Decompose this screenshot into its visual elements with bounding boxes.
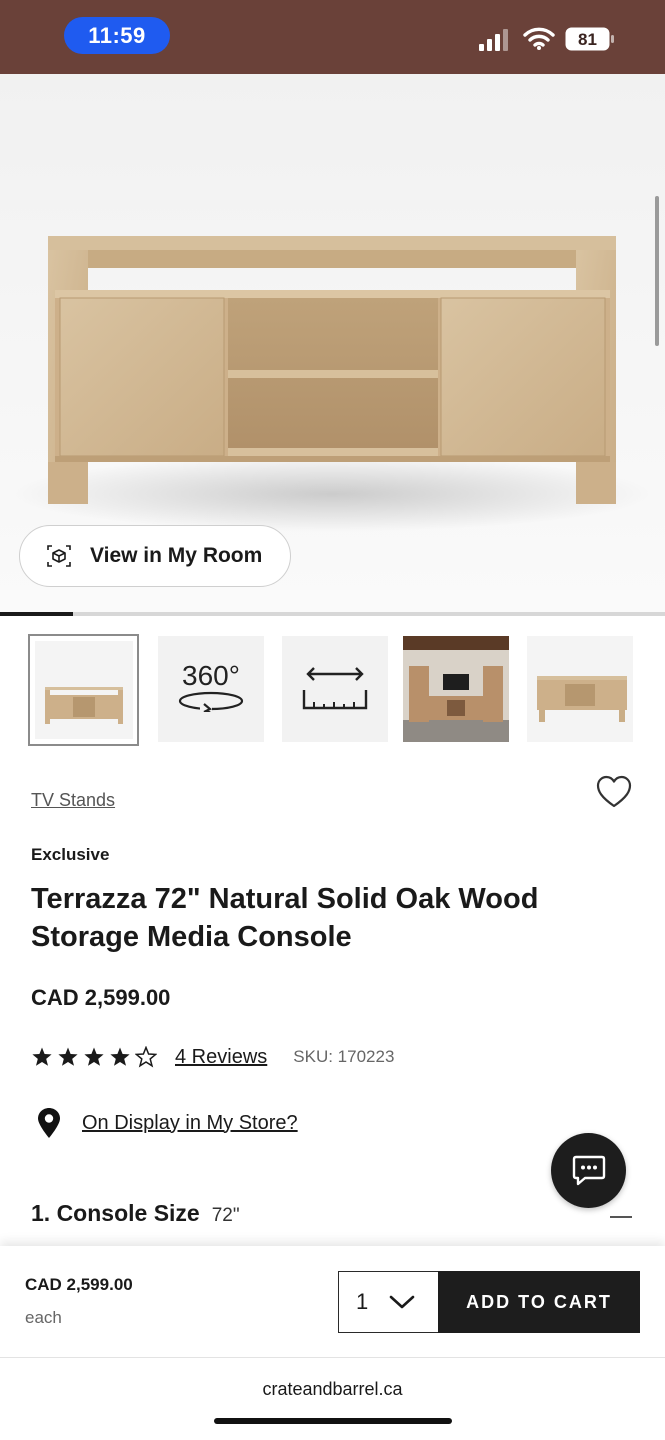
thumbnail-360-view[interactable]: 360° [158, 636, 264, 742]
category-link[interactable]: TV Stands [31, 790, 115, 811]
console-side-thumbnail [527, 636, 633, 742]
room-scene-thumbnail [403, 636, 509, 742]
product-price: CAD 2,599.00 [31, 985, 171, 1010]
location-pin-icon [38, 1108, 60, 1138]
star-filled-icon [32, 1047, 52, 1066]
add-to-cart-bar: CAD 2,599.00 each 1 ADD TO CART [0, 1246, 665, 1358]
rating-row: 4 Reviews SKU: 170223 [31, 1043, 394, 1071]
thumbnail-front-view[interactable] [28, 634, 139, 746]
rotate-icon [178, 691, 244, 714]
reviews-link[interactable]: 4 Reviews [175, 1046, 267, 1069]
battery-level: 81 [578, 30, 597, 49]
console-size-option[interactable]: 1. Console Size 72" [31, 1200, 240, 1227]
star-rating[interactable] [31, 1046, 157, 1068]
gallery-progress-fill [0, 612, 74, 616]
status-bar: 11:59 81 [0, 0, 665, 74]
sku-label: SKU: 170223 [293, 1047, 395, 1066]
option-value: 72" [211, 1205, 240, 1226]
heart-icon[interactable] [596, 775, 632, 809]
battery-icon: 81 [565, 27, 614, 51]
quantity-value: 1 [356, 1289, 369, 1314]
ruler-icon [302, 667, 368, 710]
gallery-progress [0, 612, 665, 616]
chat-icon [572, 1155, 605, 1185]
image-scroll-indicator [655, 196, 659, 346]
view-in-room-label: View in My Room [90, 544, 263, 567]
store-display-link[interactable]: On Display in My Store? [82, 1112, 298, 1135]
browser-url-bar[interactable]: crateandbarrel.ca [0, 1358, 665, 1440]
view-in-room-button[interactable]: View in My Room [19, 525, 291, 587]
collapse-icon[interactable] [610, 1216, 632, 1218]
cart-price: CAD 2,599.00 [25, 1275, 133, 1294]
star-filled-icon [58, 1047, 78, 1066]
wifi-icon [523, 27, 555, 50]
star-filled-icon [84, 1047, 104, 1066]
ar-cube-icon [47, 545, 71, 567]
360-label: 360° [182, 659, 240, 691]
chat-button[interactable] [551, 1133, 626, 1208]
product-title: Terrazza 72" Natural Solid Oak Wood Stor… [31, 883, 539, 953]
quantity-select[interactable]: 1 [338, 1271, 439, 1333]
thumbnail-room-scene[interactable] [403, 636, 509, 742]
thumbnail-side-view[interactable] [527, 636, 633, 742]
star-empty-icon [135, 1046, 157, 1068]
url-text[interactable]: crateandbarrel.ca [0, 1379, 665, 1400]
add-to-cart-button[interactable]: ADD TO CART [438, 1271, 640, 1333]
thumbnail-dimensions-view[interactable] [282, 636, 388, 742]
console-thumbnail-icon [34, 641, 133, 739]
store-availability: On Display in My Store? [36, 1106, 298, 1140]
thumbnail-strip: 360° [0, 632, 665, 747]
exclusive-badge: Exclusive [31, 845, 110, 864]
home-indicator[interactable] [214, 1418, 452, 1424]
star-filled-icon [110, 1047, 130, 1066]
cart-unit: each [25, 1308, 62, 1327]
signal-icon [479, 29, 508, 51]
chevron-down-icon [389, 1295, 415, 1309]
option-label: 1. Console Size [31, 1200, 200, 1226]
status-time: 11:59 [64, 17, 170, 54]
